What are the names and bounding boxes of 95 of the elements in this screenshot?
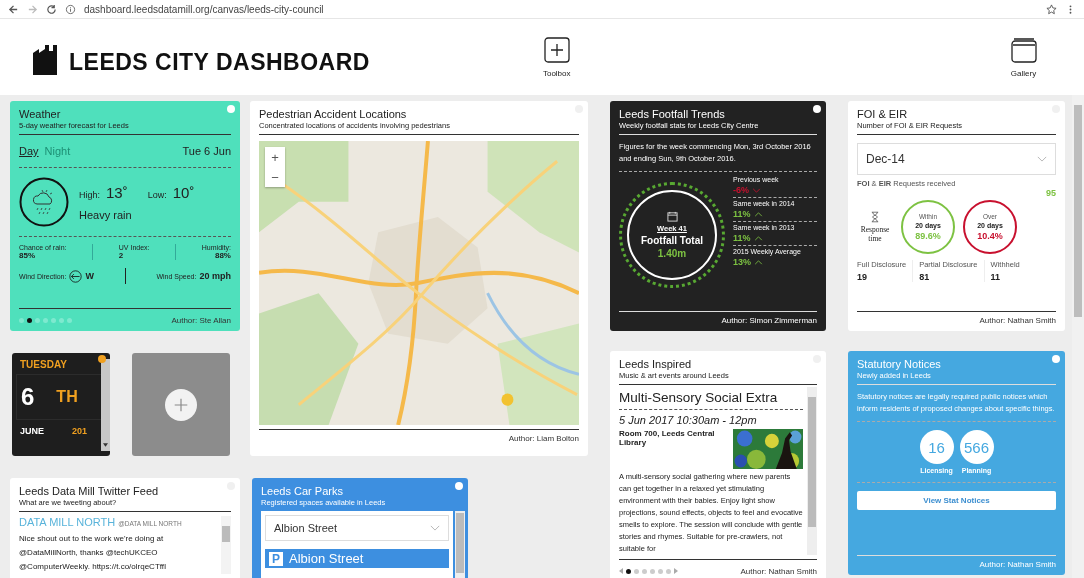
forecast-date: Tue 6 Jun bbox=[182, 145, 231, 157]
author-credit: Author: Nathan Smith bbox=[740, 566, 817, 576]
page-dot[interactable] bbox=[666, 568, 671, 574]
page-dot[interactable] bbox=[51, 317, 56, 323]
comparison-value: 11% bbox=[733, 209, 751, 219]
page-dot[interactable] bbox=[19, 317, 24, 323]
disclosure-count: 19 bbox=[857, 272, 868, 282]
car-park-select[interactable]: Albion Street bbox=[265, 515, 449, 541]
high-label: High: bbox=[79, 189, 100, 200]
page-dot[interactable] bbox=[59, 317, 64, 323]
requests-count: 95 bbox=[1046, 188, 1056, 198]
page-dot[interactable] bbox=[35, 317, 40, 323]
car-park-name: Albion Street bbox=[289, 551, 364, 566]
author-credit: Author: Nathan Smith bbox=[979, 316, 1056, 325]
card-title: Pedestrian Accident Locations bbox=[259, 108, 408, 121]
scrollbar[interactable] bbox=[455, 511, 465, 578]
widget-handle[interactable] bbox=[813, 105, 821, 113]
widget-handle[interactable] bbox=[227, 105, 235, 113]
previous-icon[interactable] bbox=[619, 568, 623, 574]
page-dot[interactable] bbox=[27, 317, 32, 323]
scrollbar[interactable] bbox=[1072, 95, 1084, 578]
weekday: TUESDAY bbox=[20, 359, 68, 370]
month: JUNE bbox=[20, 426, 44, 436]
star-icon[interactable] bbox=[1046, 3, 1057, 15]
card-title: Leeds Data Mill Twitter Feed bbox=[19, 485, 160, 498]
low-label: Low: bbox=[147, 189, 167, 200]
parking-sign: P bbox=[269, 551, 283, 566]
stat-value: 85% bbox=[19, 251, 36, 260]
ring-percentage: 89.6% bbox=[915, 231, 941, 241]
low-temperature: 10˚ bbox=[172, 183, 195, 201]
view-notices-button[interactable]: View Stat Notices bbox=[857, 491, 1056, 510]
author-credit: Author: Liam Bolton bbox=[508, 434, 579, 443]
count-circle: 16 bbox=[919, 430, 954, 464]
day-number: 6 bbox=[21, 383, 35, 411]
back-icon[interactable] bbox=[8, 3, 19, 15]
event-time: 5 Jun 2017 10:30am - 12pm bbox=[619, 414, 758, 426]
scrollbar[interactable] bbox=[101, 359, 110, 451]
day-night-tab[interactable]: Day bbox=[19, 145, 39, 157]
card-title: Leeds Car Parks bbox=[261, 485, 344, 498]
calendar-icon bbox=[666, 211, 678, 222]
zoom-out-button[interactable]: − bbox=[265, 167, 285, 187]
widget-handle[interactable] bbox=[98, 355, 106, 363]
day-suffix: TH bbox=[56, 388, 78, 406]
reload-icon[interactable] bbox=[46, 3, 57, 15]
comparison-value: -6% bbox=[733, 185, 749, 195]
chevron-down-icon bbox=[1037, 156, 1047, 162]
page-dot[interactable] bbox=[626, 568, 631, 574]
forward-icon[interactable] bbox=[27, 3, 38, 15]
comparison-value: 11% bbox=[733, 233, 751, 243]
page-dot[interactable] bbox=[642, 568, 647, 574]
page-dot[interactable] bbox=[67, 317, 72, 323]
card-title: Weather bbox=[19, 108, 62, 121]
wind-speed: 20 mph bbox=[199, 271, 231, 281]
widget-handle[interactable] bbox=[455, 482, 463, 490]
dashboard-title: LEEDS CITY DASHBOARD bbox=[69, 48, 370, 76]
scrollbar[interactable] bbox=[807, 387, 817, 555]
page-dot[interactable] bbox=[634, 568, 639, 574]
hourglass-icon bbox=[871, 211, 879, 223]
scrollbar[interactable] bbox=[221, 516, 231, 574]
count-circle: 566 bbox=[959, 430, 994, 464]
zoom-in-button[interactable]: + bbox=[265, 147, 285, 167]
wind-direction: W bbox=[85, 271, 94, 281]
stat-value: 88% bbox=[214, 251, 231, 260]
ring-percentage: 10.4% bbox=[977, 231, 1003, 241]
page-dot[interactable] bbox=[658, 568, 663, 574]
period-select[interactable]: Dec-14 bbox=[857, 143, 1056, 175]
weather-icon bbox=[19, 177, 69, 227]
high-temperature: 13˚ bbox=[106, 183, 128, 201]
disclosure-count: 81 bbox=[919, 272, 931, 282]
comparison-value: 13% bbox=[733, 257, 751, 267]
disclosure-count: 11 bbox=[990, 272, 1002, 282]
author-credit: Author: Simon Zimmerman bbox=[721, 316, 817, 325]
add-widget-button[interactable] bbox=[165, 388, 197, 421]
page-dot[interactable] bbox=[650, 568, 655, 574]
card-title: Leeds Inspired bbox=[619, 358, 693, 371]
chevron-down-icon bbox=[430, 525, 440, 531]
card-title: Statutory Notices bbox=[857, 358, 942, 371]
event-venue: Room 700, Leeds Central Library bbox=[619, 429, 716, 447]
address-bar[interactable]: dashboard.leedsdatamill.org/canvas/leeds-city-council bbox=[84, 3, 1038, 15]
weather-condition: Heavy rain bbox=[79, 208, 133, 221]
card-title: Leeds Footfall Trends bbox=[619, 108, 726, 121]
event-title: Multi-Sensory Social Extra bbox=[619, 390, 779, 405]
author-credit: Author: Nathan Smith bbox=[979, 560, 1056, 569]
info-icon[interactable] bbox=[65, 3, 76, 15]
year: 201 bbox=[72, 426, 88, 436]
author-credit: Author: Ste Allan bbox=[171, 315, 231, 325]
scroll-down-icon[interactable] bbox=[103, 443, 108, 447]
page-dot[interactable] bbox=[43, 317, 48, 323]
widget-handle[interactable] bbox=[1052, 355, 1060, 363]
footfall-total: 1.40m bbox=[657, 248, 687, 259]
stat-value: 2 bbox=[118, 251, 124, 260]
footfall-total-label: Footfall Total bbox=[641, 235, 703, 246]
card-title: FOI & EIR bbox=[857, 108, 909, 121]
tweet-text: Nice shout out to the work we're doing at @DataMillNorth, thanks @techUKCEO @ComputerWeekly. https://t.co/olrqeCTffI bbox=[19, 533, 168, 573]
next-icon[interactable] bbox=[674, 568, 678, 574]
